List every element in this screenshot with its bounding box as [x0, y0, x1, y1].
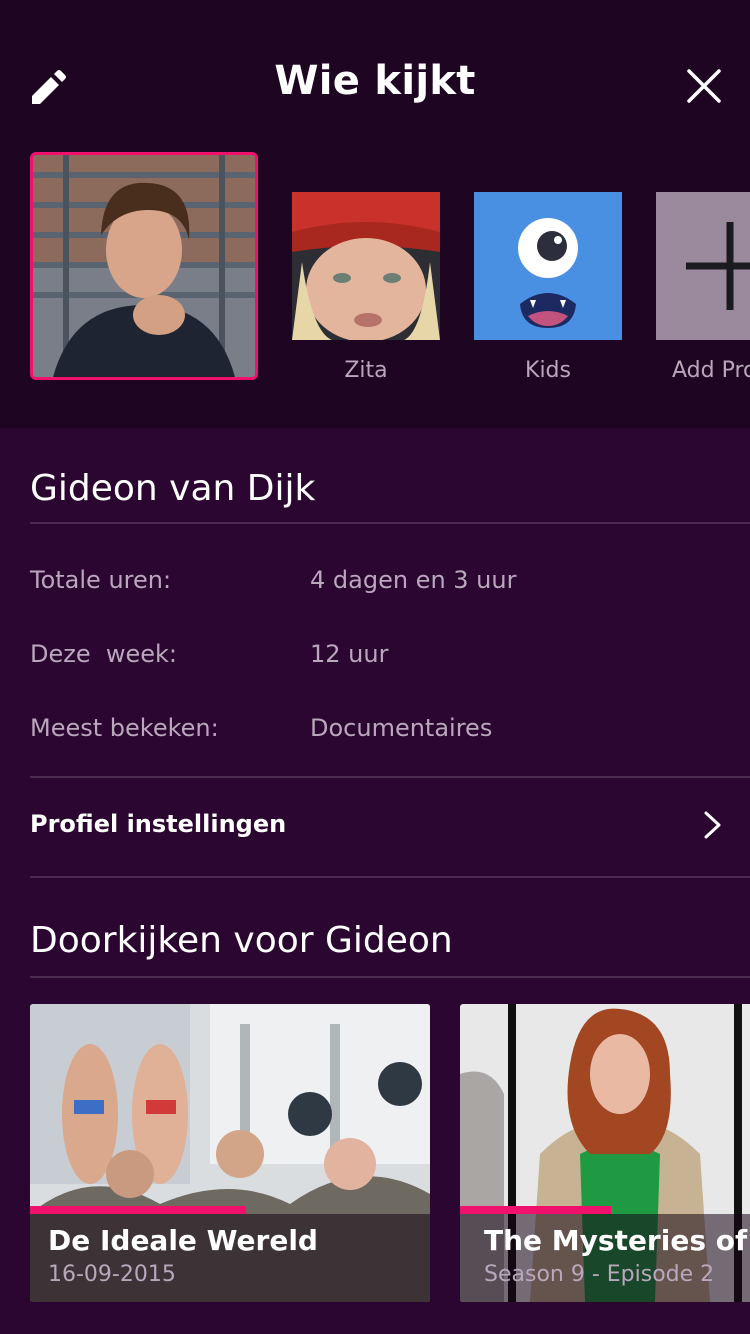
continue-watching-card[interactable]: The Mysteries of Lau Season 9 - Episode … — [460, 1004, 750, 1302]
stat-value: 4 dagen en 3 uur — [310, 566, 517, 594]
divider — [30, 522, 750, 524]
stat-value: Documentaires — [310, 714, 493, 742]
profile-list: Zita Kids Add Pro — [0, 150, 750, 400]
page-title: Wie kijkt — [274, 58, 476, 104]
profile-settings-row[interactable]: Profiel instellingen — [0, 778, 750, 876]
divider — [30, 876, 750, 878]
card-title: De Ideale Wereld — [48, 1224, 318, 1257]
stat-label: Totale uren: — [30, 566, 172, 594]
profile-name: Zita — [344, 358, 388, 383]
card-subtitle: 16-09-2015 — [48, 1262, 176, 1287]
watch-progress — [30, 1206, 246, 1214]
watch-progress — [460, 1206, 611, 1214]
profile-name: Kids — [525, 358, 571, 383]
avatar — [292, 192, 440, 340]
divider — [30, 976, 750, 978]
stat-value: 12 uur — [310, 640, 389, 668]
profile-item-zita[interactable]: Zita — [292, 192, 440, 400]
card-subtitle: Season 9 - Episode 2 — [484, 1262, 715, 1287]
kids-avatar — [474, 192, 622, 340]
profile-name-heading: Gideon van Dijk — [30, 468, 316, 509]
continue-watching-title: Doorkijken voor Gideon — [30, 920, 453, 961]
stat-label: Deze week: — [30, 640, 178, 668]
stat-label: Meest bekeken: — [30, 714, 219, 742]
avatar — [30, 152, 258, 380]
add-profile-tile — [656, 192, 750, 340]
add-profile-button[interactable]: Add Pro — [656, 192, 750, 400]
monster-icon — [518, 218, 578, 328]
continue-watching-card[interactable]: De Ideale Wereld 16-09-2015 — [30, 1004, 430, 1302]
plus-icon — [686, 222, 750, 310]
profile-settings-label: Profiel instellingen — [30, 810, 287, 838]
card-title: The Mysteries of Lau — [484, 1224, 750, 1257]
close-icon — [687, 69, 721, 103]
profile-name: Add Pro — [672, 358, 750, 383]
close-button[interactable] — [684, 66, 724, 106]
chevron-right-icon — [704, 811, 721, 839]
profile-item-kids[interactable]: Kids — [474, 192, 622, 400]
